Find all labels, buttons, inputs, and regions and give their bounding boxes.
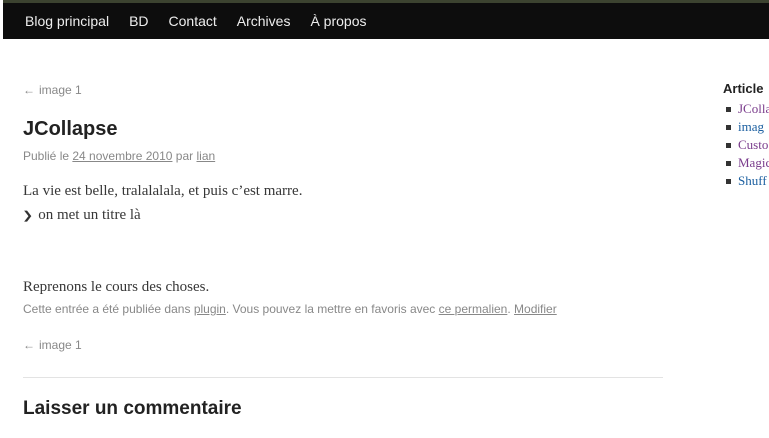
bullet-icon: [726, 125, 731, 130]
post-date-link[interactable]: 24 novembre 2010: [72, 149, 172, 163]
top-navigation-bar: Blog principal BD Contact Archives À pro…: [3, 0, 769, 39]
previous-image-link-bottom[interactable]: ← image 1: [23, 338, 82, 352]
footer-prefix: Cette entrée a été publiée dans: [23, 302, 191, 316]
list-item: imag: [723, 118, 769, 136]
sidebar-article-link[interactable]: Custo: [738, 137, 768, 152]
nav-item-archives[interactable]: Archives: [237, 3, 291, 39]
bullet-icon: [726, 179, 731, 184]
bullet-icon: [726, 143, 731, 148]
sidebar-title: Article: [723, 81, 764, 96]
list-item: Custo: [723, 136, 769, 154]
sidebar-article-link[interactable]: imag: [738, 119, 764, 134]
post-meta: Publié le 24 novembre 2010 par lian: [23, 149, 215, 163]
comment-section-title: Laisser un commentaire: [23, 398, 242, 419]
bullet-icon: [726, 107, 731, 112]
published-prefix: Publié le: [23, 149, 70, 163]
previous-image-label: image 1: [39, 83, 82, 97]
collapse-toggle-label: on met un titre là: [38, 207, 141, 223]
nav-item-blog-principal[interactable]: Blog principal: [25, 3, 109, 39]
chevron-down-icon: ❯: [22, 210, 34, 222]
list-item: Shuff: [723, 172, 769, 190]
edit-link[interactable]: Modifier: [514, 302, 557, 316]
category-link[interactable]: plugin: [194, 302, 226, 316]
post-paragraph-1: La vie est belle, tralalalala, et puis c…: [23, 183, 303, 199]
by-label: par: [175, 149, 194, 163]
collapse-toggle[interactable]: ❯ on met un titre là: [22, 207, 141, 224]
post-paragraph-2: Reprenons le cours des choses.: [23, 279, 210, 295]
sidebar-article-link[interactable]: JColla: [738, 101, 769, 116]
author-link[interactable]: lian: [196, 149, 215, 163]
list-item: JColla: [723, 100, 769, 118]
sidebar-recent-articles: Article JColla imag Custo Magic Shuff: [723, 80, 769, 190]
post-title: JCollapse: [23, 118, 118, 140]
footer-separator: .: [507, 302, 511, 316]
nav-item-a-propos[interactable]: À propos: [310, 3, 366, 39]
sidebar-list: JColla imag Custo Magic Shuff: [723, 100, 769, 190]
previous-image-link-top[interactable]: ← image 1: [23, 83, 82, 97]
nav-item-bd[interactable]: BD: [129, 3, 148, 39]
nav-item-contact[interactable]: Contact: [169, 3, 217, 39]
permalink-link[interactable]: ce permalien: [439, 302, 508, 316]
footer-middle: . Vous pouvez la mettre en favoris avec: [225, 302, 436, 316]
left-arrow-icon: ←: [23, 83, 35, 97]
section-divider: [23, 377, 663, 378]
left-arrow-icon: ←: [23, 338, 35, 352]
main-menu: Blog principal BD Contact Archives À pro…: [3, 3, 769, 39]
list-item: Magic: [723, 154, 769, 172]
bullet-icon: [726, 161, 731, 166]
previous-image-label: image 1: [39, 338, 82, 352]
post-footer-meta: Cette entrée a été publiée dans plugin. …: [23, 302, 557, 316]
sidebar-article-link[interactable]: Magic: [738, 155, 769, 170]
sidebar-article-link[interactable]: Shuff: [738, 173, 767, 188]
